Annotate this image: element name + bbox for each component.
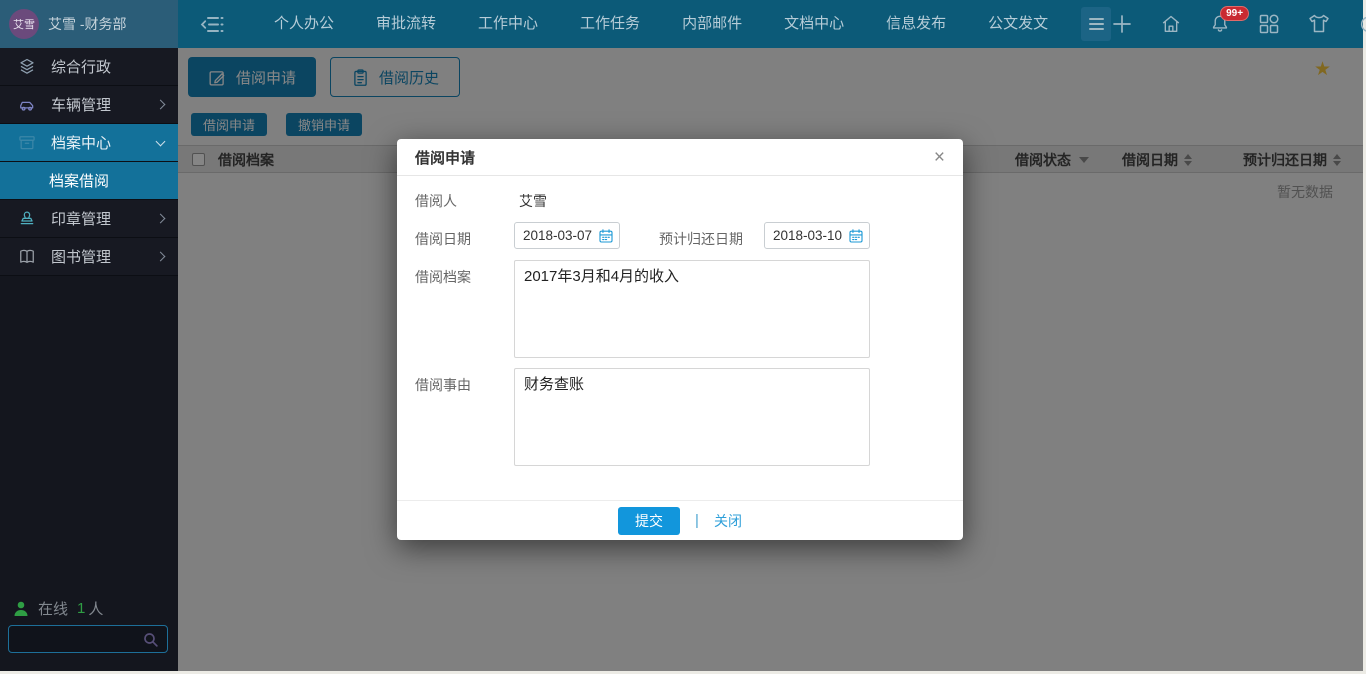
nav-item-official-dispatch[interactable]: 公文发文 <box>967 0 1069 48</box>
more-menus-icon[interactable] <box>1081 7 1112 41</box>
calendar-icon[interactable] <box>848 228 864 244</box>
modal-header: 借阅申请 × <box>397 139 963 176</box>
borrower-label: 借阅人 <box>415 193 457 209</box>
sidebar-item-label: 档案中心 <box>51 135 112 152</box>
sidebar-item-label: 印章管理 <box>51 211 112 228</box>
user-name: 艾雪 -财务部 <box>48 16 127 32</box>
sidebar-search-input[interactable] <box>9 631 142 647</box>
reason-textarea[interactable]: 财务查账 <box>514 368 870 466</box>
calendar-icon[interactable] <box>598 228 614 244</box>
footer-separator: | <box>695 512 699 529</box>
logout-power-icon[interactable] <box>1358 13 1366 35</box>
reason-label: 借阅事由 <box>415 377 471 393</box>
book-icon <box>17 247 39 267</box>
sidebar-item-archive-borrow[interactable]: 档案借阅 <box>0 162 178 200</box>
online-suffix: 人 <box>88 601 104 618</box>
layers-icon <box>17 57 39 77</box>
avatar[interactable]: 艾雪 <box>9 9 39 39</box>
top-navbar: 艾雪 艾雪 -财务部 个人办公 审批流转 工作中心 工作任务 内部邮件 文档中心… <box>0 0 1366 48</box>
online-person-icon <box>13 600 29 617</box>
nav-item-approval-flow[interactable]: 审批流转 <box>355 0 457 48</box>
close-button[interactable]: 关闭 <box>714 511 742 531</box>
sidebar-item-label: 车辆管理 <box>51 97 112 114</box>
sidebar-item-seal-mgmt[interactable]: 印章管理 <box>0 200 178 238</box>
main-nav: 个人办公 审批流转 工作中心 工作任务 内部邮件 文档中心 信息发布 公文发文 <box>253 0 1112 48</box>
nav-item-document-center[interactable]: 文档中心 <box>763 0 865 48</box>
app-root: 艾雪 艾雪 -财务部 个人办公 审批流转 工作中心 工作任务 内部邮件 文档中心… <box>0 0 1366 674</box>
online-count: 1 <box>77 600 86 617</box>
chevron-right-icon <box>155 251 166 262</box>
sidebar-search-box <box>8 625 168 653</box>
topbar-icon-group: 99+ <box>1111 6 1366 35</box>
nav-item-internal-mail[interactable]: 内部邮件 <box>661 0 763 48</box>
sidebar-item-book-mgmt[interactable]: 图书管理 <box>0 238 178 276</box>
stamp-icon <box>17 209 39 229</box>
modal-title: 借阅申请 <box>415 149 476 167</box>
car-icon <box>17 95 39 115</box>
borrow-apply-modal: 借阅申请 × 借阅人 艾雪 借阅日期 预计归还日期 借阅档案 2017年3月和4… <box>397 139 963 540</box>
sidebar-item-vehicle-mgmt[interactable]: 车辆管理 <box>0 86 178 124</box>
nav-item-work-tasks[interactable]: 工作任务 <box>559 0 661 48</box>
return-date-field <box>764 222 870 249</box>
sidebar-item-archive-center[interactable]: 档案中心 <box>0 124 178 162</box>
submit-button[interactable]: 提交 <box>618 506 681 535</box>
modal-footer: 提交 | 关闭 <box>397 500 963 540</box>
notification-badge: 99+ <box>1220 6 1250 21</box>
apps-grid-icon[interactable] <box>1258 13 1280 35</box>
nav-item-work-center[interactable]: 工作中心 <box>457 0 559 48</box>
online-label: 在线 <box>38 601 69 618</box>
theme-shirt-icon[interactable] <box>1307 13 1331 35</box>
close-icon[interactable]: × <box>934 148 945 167</box>
chevron-right-icon <box>155 213 166 224</box>
user-block[interactable]: 艾雪 艾雪 -财务部 <box>0 0 178 48</box>
online-status: 在线 1 人 <box>13 598 103 619</box>
nav-item-info-release[interactable]: 信息发布 <box>865 0 967 48</box>
nav-item-personal-office[interactable]: 个人办公 <box>253 0 355 48</box>
borrow-date-field <box>514 222 620 249</box>
archive-icon <box>17 133 39 153</box>
sidebar-item-label: 综合行政 <box>51 59 112 76</box>
search-icon[interactable] <box>142 631 159 648</box>
archive-label: 借阅档案 <box>415 269 471 285</box>
borrow-date-label: 借阅日期 <box>415 231 471 247</box>
chevron-right-icon <box>155 99 166 110</box>
return-date-label: 预计归还日期 <box>659 231 743 247</box>
add-icon[interactable] <box>1111 13 1133 35</box>
archive-textarea[interactable]: 2017年3月和4月的收入 <box>514 260 870 358</box>
borrower-value: 艾雪 <box>519 193 547 209</box>
menu-fold-icon[interactable] <box>200 13 227 36</box>
sidebar-item-label: 图书管理 <box>51 249 112 266</box>
chevron-down-icon <box>155 136 166 146</box>
notifications-bell-icon[interactable]: 99+ <box>1209 6 1250 35</box>
sidebar-item-general-admin[interactable]: 综合行政 <box>0 48 178 86</box>
sidebar: 综合行政 车辆管理 档案中心 档案借阅 印章管理 图书管理 在线 1 人 <box>0 48 178 671</box>
sidebar-item-label: 档案借阅 <box>49 173 110 190</box>
home-icon[interactable] <box>1160 13 1182 35</box>
